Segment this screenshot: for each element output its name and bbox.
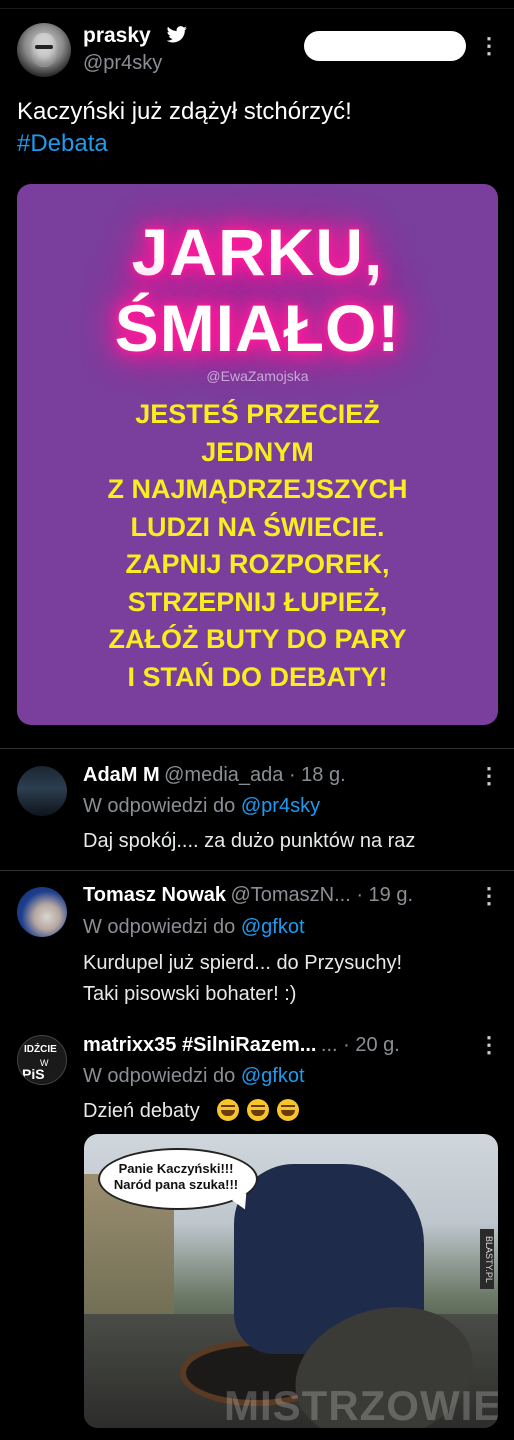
author-name[interactable]: prasky — [83, 24, 151, 48]
reply-mention[interactable]: @gfkot — [241, 916, 305, 938]
rolling-laughing-emoji-icon — [246, 1099, 269, 1121]
meme-body-line: ZAPNIJ ROZPOREK, — [125, 549, 390, 579]
divider — [0, 870, 514, 871]
top-divider — [0, 8, 514, 9]
reply-header: AdaM M @media_ada · 18 g. — [83, 764, 346, 787]
meme-body-line: LUDZI NA ŚWIECIE. — [130, 511, 385, 542]
reply-to-line: W odpowiedzi do @gfkot — [83, 1065, 305, 1088]
side-watermark: BLASTY.PL — [480, 1229, 494, 1289]
reply-to-line: W odpowiedzi do @gfkot — [83, 916, 305, 939]
reply-mention[interactable]: @gfkot — [241, 1065, 305, 1087]
reply-prefix: W odpowiedzi do — [83, 916, 241, 938]
reply-prefix: W odpowiedzi do — [83, 795, 241, 817]
meme-body-line: JESTEŚ PRZECIEŻ — [135, 399, 380, 429]
reply-text: Daj spokój.... za dużo punktów na raz — [83, 826, 415, 857]
meme-title-line-2: ŚMIAŁO! — [114, 291, 401, 365]
tweet-text-line: Kaczyński już zdążył stchórzyć! — [17, 98, 352, 125]
hashtag-link[interactable]: #Debata — [17, 128, 497, 160]
rolling-laughing-emoji-icon — [276, 1099, 299, 1121]
reply-text-line: Kurdupel już spierd... do Przysuchy! — [83, 952, 403, 974]
speech-line: Naród pana szuka!!! — [113, 1177, 239, 1192]
author-handle[interactable]: @pr4sky — [83, 52, 162, 75]
reply-avatar[interactable]: IDŹCIE W PiS — [17, 1035, 67, 1085]
reply-avatar[interactable] — [17, 887, 67, 937]
reply-mention[interactable]: @pr4sky — [241, 795, 320, 817]
reply-text-line: Dzień debaty — [83, 1100, 200, 1122]
reply-text: Dzień debaty — [83, 1096, 307, 1127]
reply-avatar[interactable] — [17, 766, 67, 816]
author-avatar[interactable] — [17, 23, 71, 77]
reply-header: Tomasz Nowak @TomaszN... · 19 g. — [83, 884, 413, 907]
meme-body-line: JEDNYM — [201, 436, 314, 467]
twitter-bird-icon — [166, 26, 187, 43]
avatar-text: IDŹCIE — [24, 1044, 57, 1055]
speech-line: Panie Kaczyński!!! — [118, 1161, 234, 1176]
reply-author-name[interactable]: Tomasz Nowak — [83, 884, 226, 906]
reply-meta: @media_ada · 18 g. — [164, 764, 346, 786]
tweet-text: Kaczyński już zdążył stchórzyć! #Debata — [17, 96, 497, 160]
reply-image[interactable]: Panie Kaczyński!!! Naród pana szuka!!! B… — [84, 1134, 498, 1428]
rolling-laughing-emoji-icon — [216, 1099, 239, 1121]
reply-text: Kurdupel już spierd... do Przysuchy! Tak… — [83, 948, 402, 1010]
meme-body-line: I STAŃ DO DEBATY! — [127, 661, 388, 692]
more-options-icon[interactable]: ⋮ — [478, 35, 500, 57]
divider — [0, 748, 514, 749]
reply-header: matrixx35 #SilniRazem... ... · 20 g. — [83, 1034, 400, 1057]
meme-credit: @EwaZamojska — [206, 368, 309, 384]
meme-title-line-1: JARKU, — [131, 215, 384, 289]
tweet-image[interactable]: JARKU, ŚMIAŁO! @EwaZamojska JESTEŚ PRZEC… — [17, 184, 498, 725]
reply-author-name[interactable]: AdaM M — [83, 764, 160, 786]
meme-body-line: ZAŁÓŻ BUTY DO PARY — [108, 624, 407, 654]
site-watermark: MISTRZOWIE.ORG — [224, 1382, 498, 1428]
meme-body-line: STRZEPNIJ ŁUPIEŻ, — [127, 586, 388, 617]
reply-author-name[interactable]: matrixx35 #SilniRazem... — [83, 1034, 316, 1056]
more-options-icon[interactable]: ⋮ — [478, 1034, 500, 1056]
reply-prefix: W odpowiedzi do — [83, 1065, 241, 1087]
follow-button[interactable] — [304, 31, 466, 61]
meme-body-line: Z NAJMĄDRZEJSZYCH — [107, 474, 408, 504]
meme-body: JESTEŚ PRZECIEŻ JEDNYM Z NAJMĄDRZEJSZYCH… — [17, 396, 498, 696]
reply-to-line: W odpowiedzi do @pr4sky — [83, 795, 320, 818]
avatar-face — [31, 33, 57, 67]
more-options-icon[interactable]: ⋮ — [478, 885, 500, 907]
speech-bubble-text: Panie Kaczyński!!! Naród pana szuka!!! — [98, 1161, 254, 1193]
reply-text-line: Taki pisowski bohater! :) — [83, 983, 297, 1005]
reply-meta: ... · 20 g. — [320, 1034, 400, 1056]
reply-meta: @TomaszN... · 19 g. — [230, 884, 414, 906]
avatar-text: PiS — [22, 1066, 45, 1082]
reply-text-line: Daj spokój.... za dużo punktów na raz — [83, 830, 416, 852]
more-options-icon[interactable]: ⋮ — [478, 765, 500, 787]
avatar-eyes — [35, 45, 53, 49]
